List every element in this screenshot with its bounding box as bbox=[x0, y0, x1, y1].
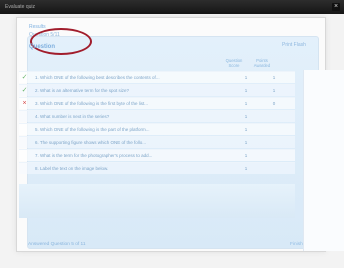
question-text[interactable]: 1. Which ONE of the following best descr… bbox=[35, 74, 229, 81]
cross-icon: × bbox=[22, 100, 27, 107]
window-title: Evaluate quiz bbox=[5, 4, 36, 10]
quiz-bottom-area bbox=[19, 184, 295, 218]
highlight-circle bbox=[30, 28, 92, 55]
print-flash-link[interactable]: Print Flash bbox=[282, 42, 306, 48]
quiz-footer-text: Answered Question 5 of 11 bbox=[28, 242, 86, 247]
finish-button[interactable]: Finish bbox=[290, 242, 303, 247]
quiz-row-1[interactable]: ✓ 1. Which ONE of the following best des… bbox=[19, 71, 295, 83]
question-text[interactable]: 8. Label the text on the image below. bbox=[35, 165, 229, 172]
quiz-row-7[interactable]: 7. What is the term for the photographer… bbox=[19, 149, 295, 161]
check-icon: ✓ bbox=[21, 74, 28, 81]
question-score-value: 1 bbox=[244, 140, 248, 145]
blank-icon bbox=[21, 113, 28, 120]
quiz-row-6[interactable]: 6. The supporting figure shows which ONE… bbox=[19, 136, 295, 148]
check-icon: ✓ bbox=[21, 87, 28, 94]
points-awarded-value: 0 bbox=[272, 101, 276, 106]
question-score-value: 1 bbox=[244, 101, 248, 106]
question-score-value: 1 bbox=[244, 88, 248, 93]
blank-icon bbox=[21, 152, 28, 159]
points-awarded-value: 1 bbox=[272, 75, 276, 80]
quiz-row-3[interactable]: × 3. Which ONE of the following is the f… bbox=[19, 97, 295, 109]
question-text[interactable]: 5. Which ONE of the following is the par… bbox=[35, 126, 229, 133]
quiz-results-screen: Evaluate quiz × Results Question 5/11 Qu… bbox=[0, 0, 344, 268]
question-text[interactable]: 7. What is the term for the photographer… bbox=[35, 152, 229, 159]
question-text[interactable]: 6. The supporting figure shows which ONE… bbox=[35, 139, 229, 146]
question-score-value: 1 bbox=[244, 114, 248, 119]
blank-icon bbox=[21, 139, 28, 146]
question-column-header: Question bbox=[29, 44, 56, 50]
question-text[interactable]: 3. Which ONE of the following is the fir… bbox=[35, 100, 229, 107]
quiz-row-2[interactable]: ✓ 2. What is an alternative term for the… bbox=[19, 84, 295, 96]
results-label: Results bbox=[29, 24, 46, 30]
blank-icon bbox=[21, 165, 28, 172]
question-score-value: 1 bbox=[244, 127, 248, 132]
window-titlebar: Evaluate quiz × bbox=[0, 0, 344, 14]
question-score-value: 1 bbox=[244, 153, 248, 158]
question-text[interactable]: 2. What is an alternative term for the s… bbox=[35, 87, 229, 94]
close-icon[interactable]: × bbox=[332, 3, 340, 11]
question-score-value: 1 bbox=[244, 75, 248, 80]
quiz-row-8[interactable]: 8. Label the text on the image below. 1 bbox=[19, 162, 295, 174]
quiz-row-4[interactable]: 4. What number is next in the series? 1 bbox=[19, 110, 295, 122]
points-awarded-header: Points Awarded bbox=[253, 58, 271, 68]
question-score-value: 1 bbox=[244, 166, 248, 171]
quiz-row-5[interactable]: 5. Which ONE of the following is the par… bbox=[19, 123, 295, 135]
question-text[interactable]: 4. What number is next in the series? bbox=[35, 113, 229, 120]
points-awarded-value: 1 bbox=[272, 88, 276, 93]
blank-icon bbox=[21, 126, 28, 133]
right-side-panel bbox=[303, 70, 344, 251]
question-score-header: Question Score bbox=[225, 58, 243, 68]
